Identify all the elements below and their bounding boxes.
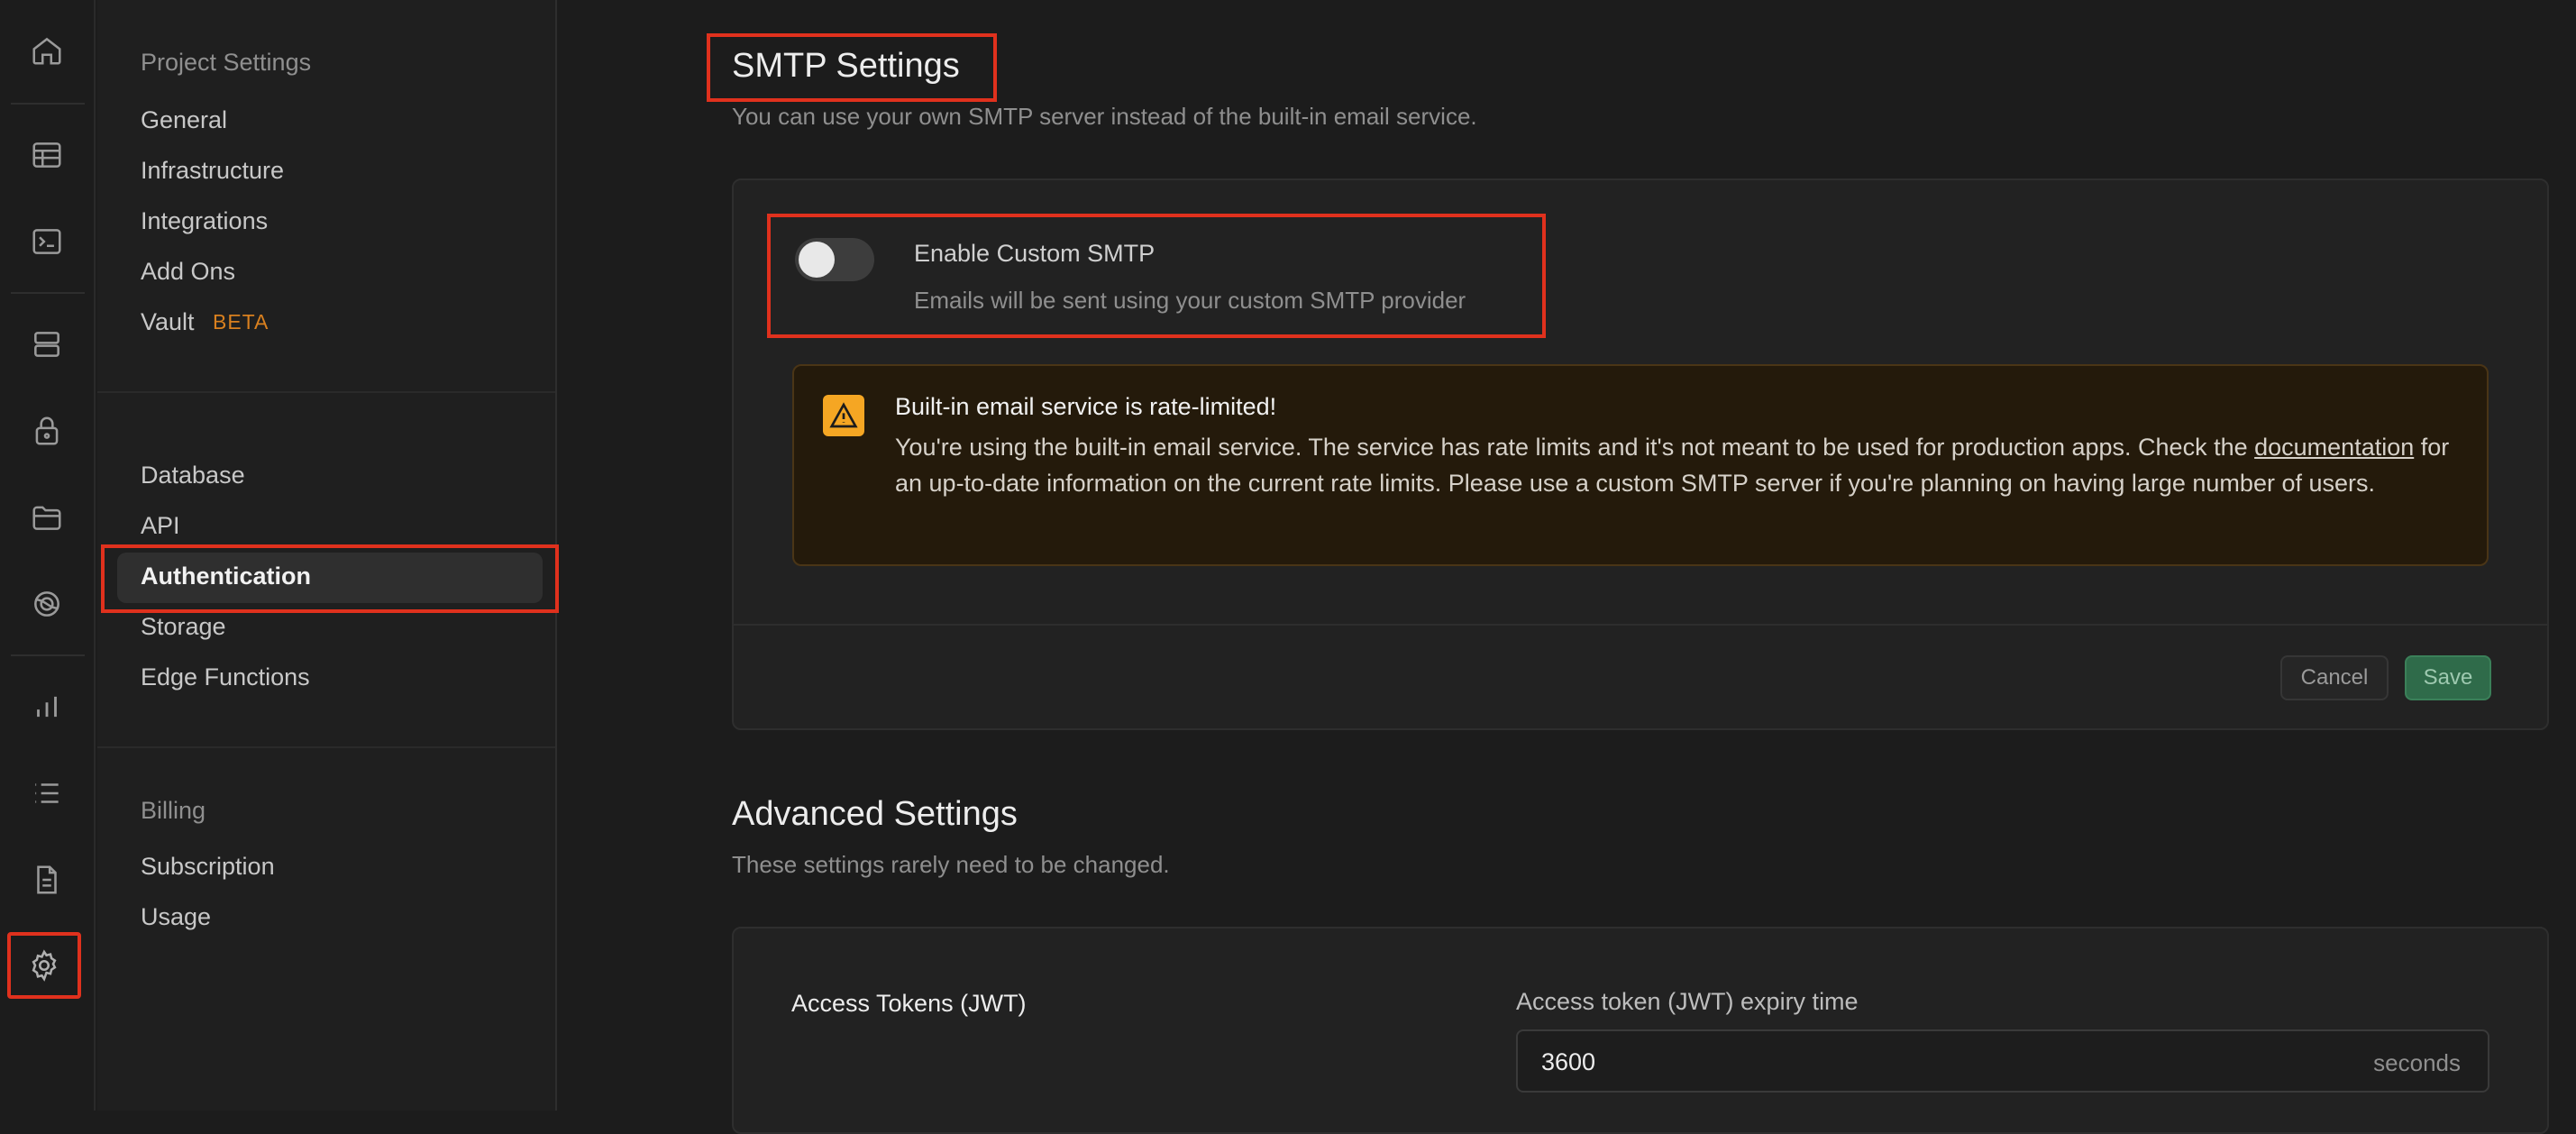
gear-icon[interactable] bbox=[7, 932, 81, 999]
authentication-highlight-box bbox=[101, 544, 559, 613]
menu-item-storage[interactable]: Storage bbox=[141, 613, 226, 641]
alert-title: Built-in email service is rate-limited! bbox=[895, 393, 1277, 420]
menu-group-title-billing: Billing bbox=[141, 797, 206, 824]
alert-body: You're using the built-in email service.… bbox=[895, 429, 2463, 501]
rail-divider bbox=[11, 103, 85, 105]
menu-group-title-project-settings: Project Settings bbox=[141, 49, 312, 76]
jwt-expiry-label: Access token (JWT) expiry time bbox=[1516, 988, 1859, 1015]
menu-item-edge-functions[interactable]: Edge Functions bbox=[141, 663, 310, 691]
docs-file-icon[interactable] bbox=[16, 849, 78, 910]
settings-menu: Project Settings General Infrastructure … bbox=[97, 0, 559, 1111]
database-icon[interactable] bbox=[16, 314, 78, 375]
cancel-button[interactable]: Cancel bbox=[2280, 655, 2389, 700]
panel-footer-divider bbox=[734, 624, 2547, 626]
rail-divider bbox=[11, 292, 85, 294]
menu-item-integrations[interactable]: Integrations bbox=[141, 207, 268, 235]
rail-divider bbox=[11, 654, 85, 656]
edge-functions-icon[interactable] bbox=[16, 573, 78, 635]
advanced-settings-title: Advanced Settings bbox=[732, 795, 1018, 833]
menu-item-add-ons[interactable]: Add Ons bbox=[141, 258, 235, 286]
menu-item-infrastructure[interactable]: Infrastructure bbox=[141, 157, 284, 185]
jwt-expiry-input[interactable] bbox=[1539, 1047, 2261, 1077]
reports-chart-icon[interactable] bbox=[16, 676, 78, 737]
advanced-settings-subtitle: These settings rarely need to be changed… bbox=[732, 851, 1170, 878]
menu-item-api[interactable]: API bbox=[141, 512, 180, 540]
smtp-title-highlight-box bbox=[707, 33, 997, 102]
alert-body-text: You're using the built-in email service.… bbox=[895, 434, 2255, 461]
auth-lock-icon[interactable] bbox=[16, 400, 78, 462]
menu-divider bbox=[97, 391, 555, 393]
menu-divider bbox=[97, 746, 555, 748]
menu-item-vault[interactable]: Vault bbox=[141, 308, 195, 336]
smtp-toggle-highlight-box bbox=[767, 214, 1546, 338]
warning-icon bbox=[823, 395, 864, 436]
icon-rail bbox=[0, 0, 96, 1111]
menu-item-general[interactable]: General bbox=[141, 106, 227, 134]
menu-item-database[interactable]: Database bbox=[141, 462, 245, 489]
documentation-link[interactable]: documentation bbox=[2254, 434, 2414, 461]
save-button[interactable]: Save bbox=[2405, 655, 2491, 700]
jwt-expiry-unit: seconds bbox=[2373, 1049, 2461, 1076]
storage-folder-icon[interactable] bbox=[16, 487, 78, 548]
menu-item-usage[interactable]: Usage bbox=[141, 903, 211, 931]
access-tokens-section-label: Access Tokens (JWT) bbox=[791, 990, 1027, 1017]
logs-list-icon[interactable] bbox=[16, 763, 78, 824]
beta-badge: BETA bbox=[213, 310, 269, 334]
table-editor-icon[interactable] bbox=[16, 124, 78, 186]
smtp-settings-subtitle: You can use your own SMTP server instead… bbox=[732, 103, 1477, 130]
sql-editor-icon[interactable] bbox=[16, 211, 78, 272]
rate-limit-alert: Built-in email service is rate-limited! … bbox=[792, 364, 2489, 566]
jwt-expiry-field[interactable]: seconds bbox=[1516, 1029, 2489, 1093]
menu-item-subscription[interactable]: Subscription bbox=[141, 853, 275, 881]
home-icon[interactable] bbox=[16, 20, 78, 81]
